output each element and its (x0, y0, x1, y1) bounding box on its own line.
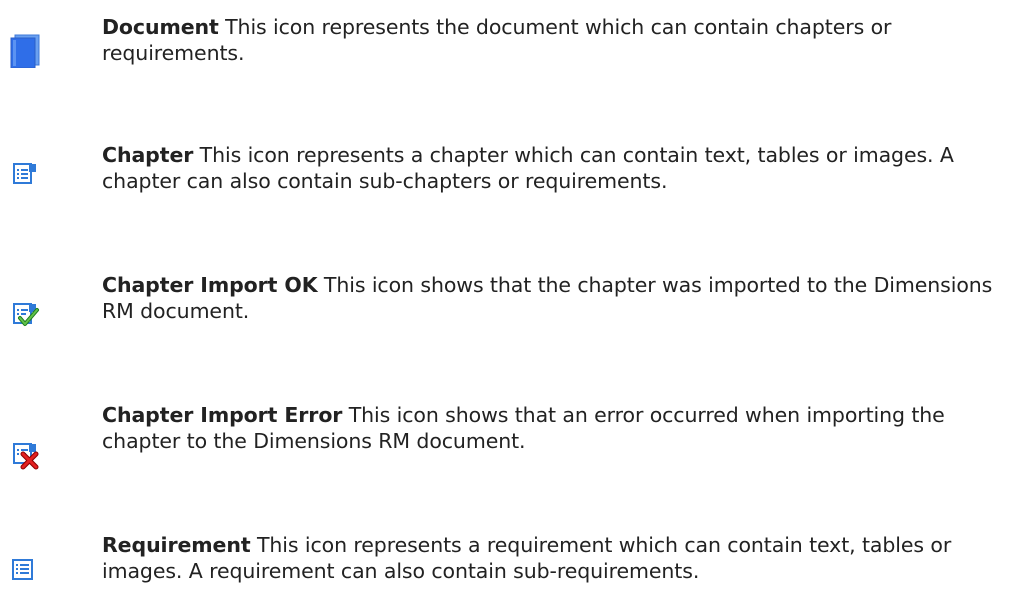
item-description: This icon represents the document which … (102, 15, 892, 65)
item-text: Chapter Import OK This icon shows that t… (102, 272, 1022, 324)
item-text: Chapter This icon represents a chapter w… (102, 142, 1022, 194)
document-icon (6, 32, 40, 68)
item-text: Requirement This icon represents a requi… (102, 532, 1022, 584)
item-term: Chapter Import Error (102, 403, 343, 427)
item-description: This icon represents a chapter which can… (102, 143, 954, 193)
item-term: Chapter (102, 143, 194, 167)
item-text: Chapter Import Error This icon shows tha… (102, 402, 1022, 454)
item-term: Document (102, 15, 219, 39)
chapter-import-ok-icon (12, 301, 42, 331)
chapter-icon (12, 161, 42, 191)
item-text: Document This icon represents the docume… (102, 14, 1022, 66)
item-term: Chapter Import OK (102, 273, 318, 297)
chapter-import-error-icon (12, 441, 42, 471)
item-term: Requirement (102, 533, 251, 557)
requirement-icon (11, 558, 41, 588)
